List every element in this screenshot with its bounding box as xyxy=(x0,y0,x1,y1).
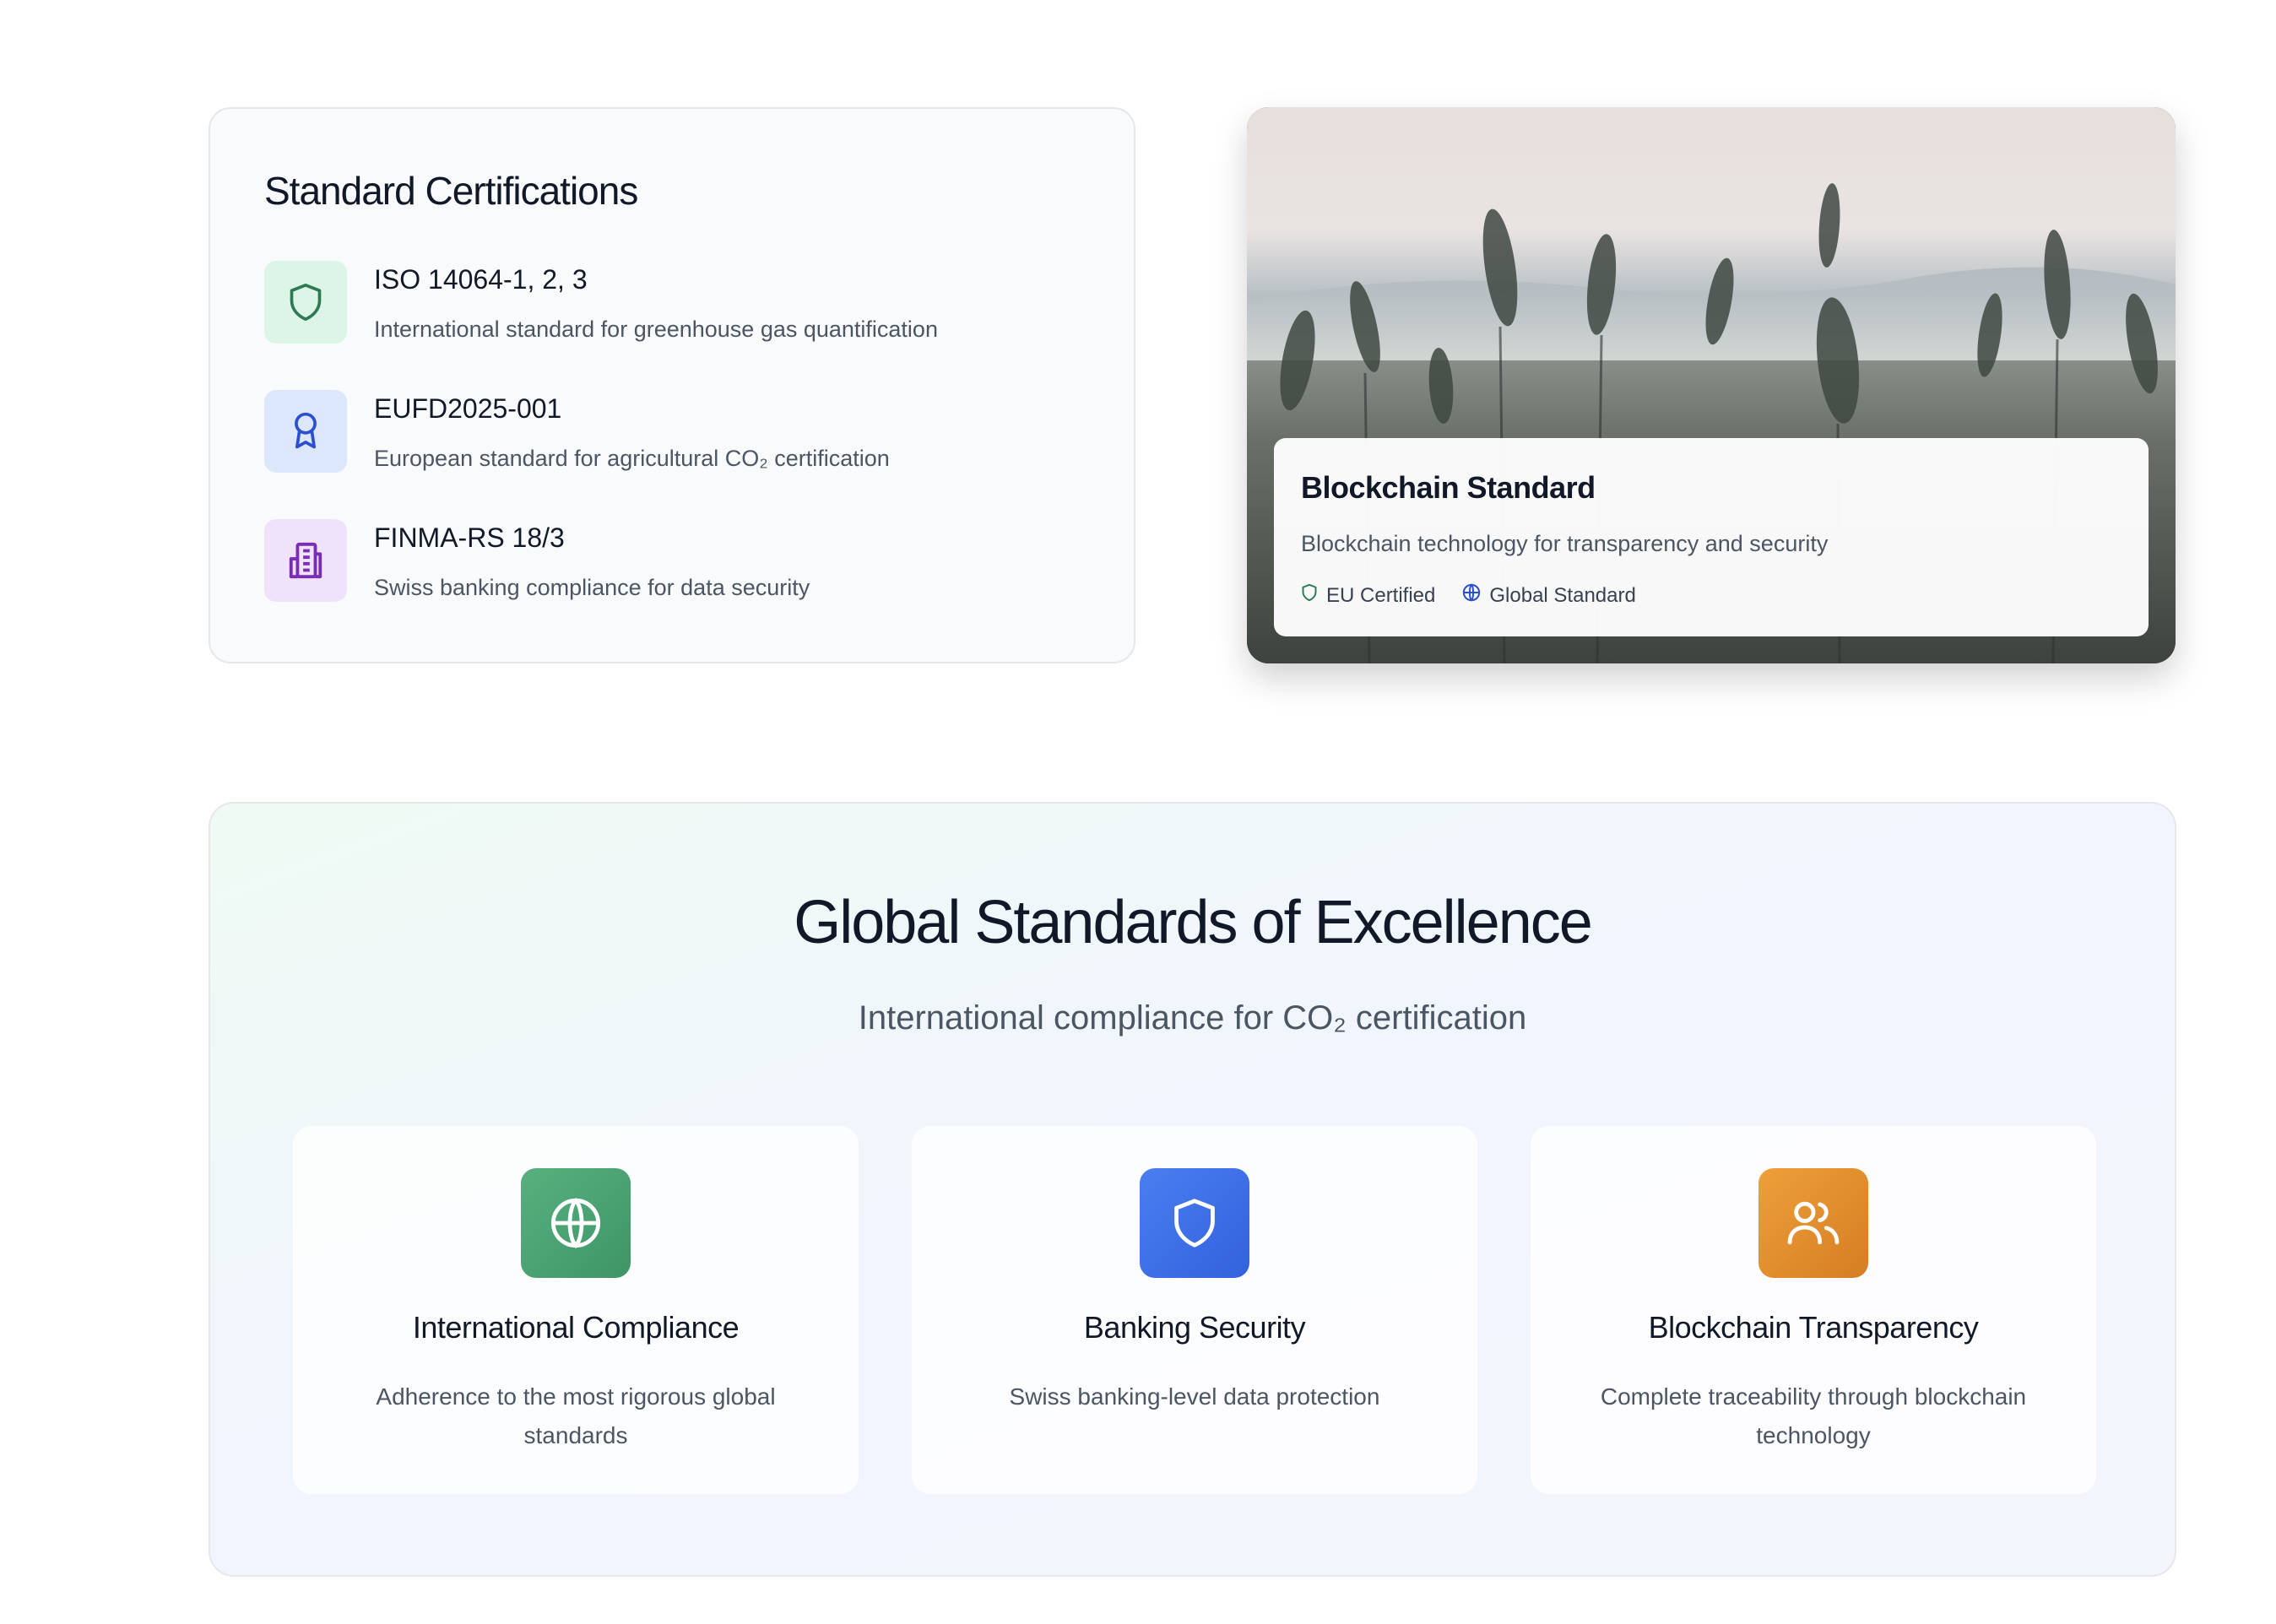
cert-item-eufd: EUFD2025-001 European standard for agric… xyxy=(264,390,1092,483)
users-icon xyxy=(1758,1168,1868,1278)
cert-item-finma: FINMA-RS 18/3 Swiss banking compliance f… xyxy=(264,519,1092,612)
feature-title: International Compliance xyxy=(412,1310,740,1345)
shield-icon xyxy=(1301,583,1318,608)
global-standards-section: Global Standards of Excellence Internati… xyxy=(209,802,2176,1577)
tag-eu-certified: EU Certified xyxy=(1301,583,1435,608)
feature-desc: Complete traceability through blockchain… xyxy=(1600,1383,2027,1448)
feature-blockchain-transparency: Blockchain Transparency Complete traceab… xyxy=(1531,1126,2096,1494)
certifications-title: Standard Certifications xyxy=(264,169,638,213)
cert-desc: International standard for greenhouse ga… xyxy=(374,317,938,342)
global-subtitle: International compliance for CO₂ certifi… xyxy=(858,999,1527,1037)
feature-title: Blockchain Transparency xyxy=(1648,1310,1979,1345)
shield-icon xyxy=(1140,1168,1249,1278)
feature-desc: Adherence to the most rigorous global st… xyxy=(376,1383,776,1448)
building-icon xyxy=(264,519,347,602)
feature-title: Banking Security xyxy=(1083,1310,1306,1345)
tag-label: Global Standard xyxy=(1489,583,1636,607)
blockchain-info-panel: Blockchain Standard Blockchain technolog… xyxy=(1274,438,2149,636)
cert-desc: European standard for agricultural CO₂ c… xyxy=(374,446,890,471)
globe-icon xyxy=(521,1168,631,1278)
globe-icon xyxy=(1462,583,1481,608)
feature-banking-security: Banking Security Swiss banking-level dat… xyxy=(912,1126,1477,1494)
cert-name: ISO 14064-1, 2, 3 xyxy=(374,264,588,295)
tag-global-standard: Global Standard xyxy=(1462,583,1636,608)
cert-name: FINMA-RS 18/3 xyxy=(374,522,565,553)
feature-desc: Swiss banking-level data protection xyxy=(1009,1383,1380,1410)
cert-item-iso: ISO 14064-1, 2, 3 International standard… xyxy=(264,261,1092,354)
blockchain-title: Blockchain Standard xyxy=(1301,470,1596,505)
cert-name: EUFD2025-001 xyxy=(374,393,562,424)
tag-label: EU Certified xyxy=(1326,583,1436,607)
global-title: Global Standards of Excellence xyxy=(794,889,1593,956)
feature-international-compliance: International Compliance Adherence to th… xyxy=(293,1126,859,1494)
award-icon xyxy=(264,390,347,473)
cert-desc: Swiss banking compliance for data securi… xyxy=(374,575,810,600)
standard-certifications-card: Standard Certifications ISO 14064-1, 2, … xyxy=(209,107,1135,663)
blockchain-desc: Blockchain technology for transparency a… xyxy=(1301,531,1829,556)
shield-icon xyxy=(264,261,347,344)
blockchain-tags: EU Certified Global Standard xyxy=(1301,583,1636,608)
blockchain-standard-card: Blockchain Standard Blockchain technolog… xyxy=(1247,107,2176,663)
